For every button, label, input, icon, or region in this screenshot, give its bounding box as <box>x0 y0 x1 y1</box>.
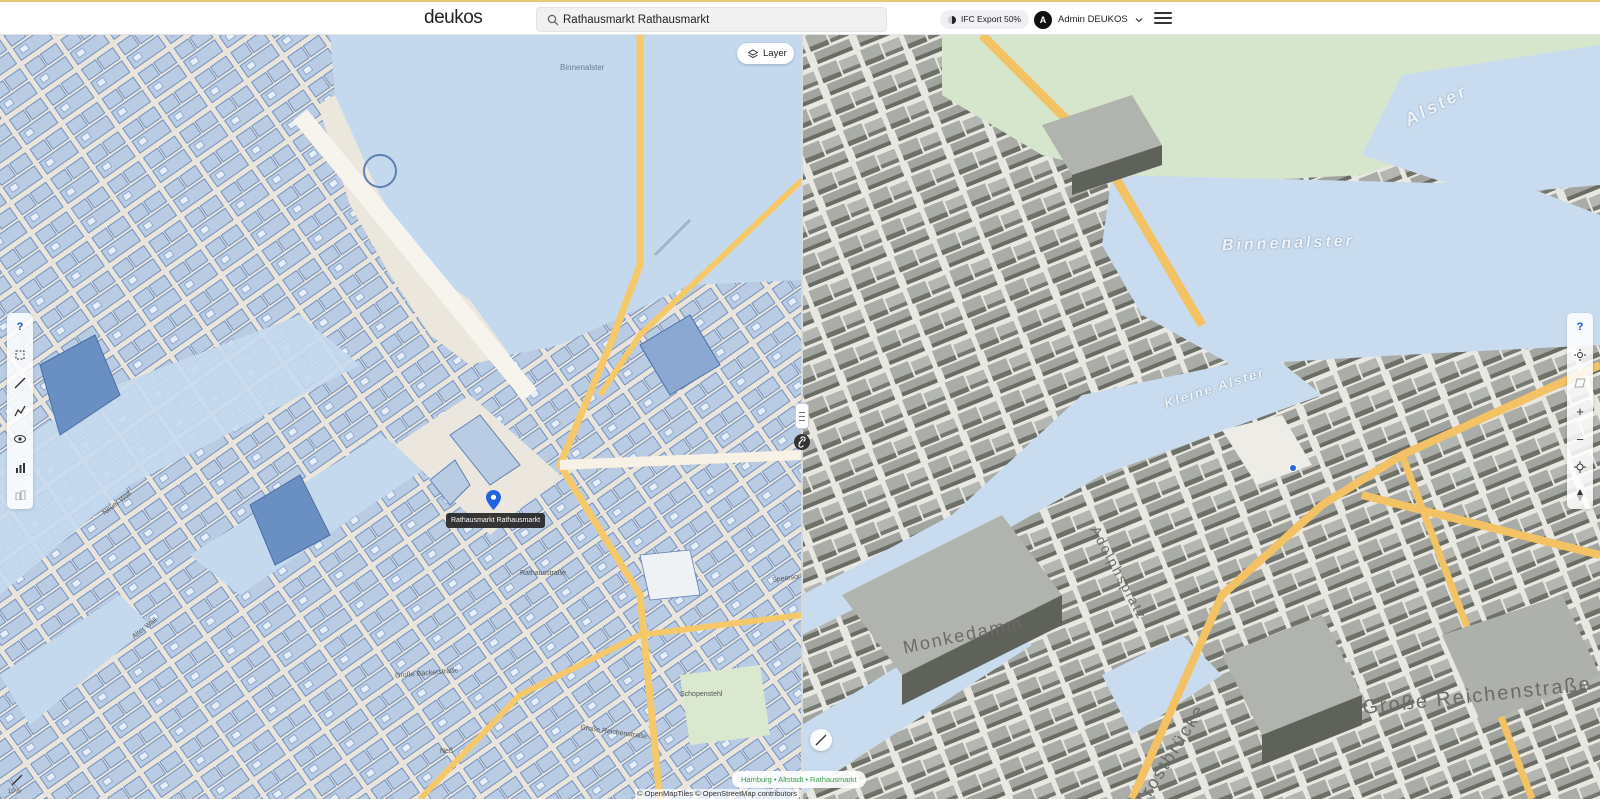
search-input[interactable] <box>563 11 878 29</box>
sync-link-icon[interactable] <box>794 434 810 450</box>
top-bar: deukos IFC Export 50% A Admin DEUKOS <box>0 0 1600 35</box>
location-breadcrumb: Hamburg • Altstadt • Rathausmarkt <box>732 771 866 788</box>
street-label-rathausstrasse: Rathausstraße <box>520 570 566 577</box>
help-button[interactable]: ? <box>7 313 33 341</box>
layer-button[interactable]: Layer <box>737 43 794 64</box>
map-2d-canvas[interactable] <box>0 35 802 799</box>
ifc-export-status[interactable]: IFC Export 50% <box>940 10 1029 29</box>
marker-tooltip: Rathausmarkt Rathausmarkt <box>446 513 546 528</box>
layers-icon <box>748 48 758 58</box>
split-drag-handle[interactable] <box>795 403 809 429</box>
ifc-export-label: IFC Export 50% <box>961 14 1021 24</box>
user-name: Admin DEUKOS <box>1058 14 1128 25</box>
app-logo[interactable]: deukos <box>424 7 483 29</box>
street-label-ness: Neß <box>440 748 454 755</box>
measure-line-icon[interactable] <box>7 369 33 397</box>
map-3d-toolbar: ? + − <box>1567 313 1593 509</box>
zoom-in-icon[interactable]: + <box>1567 397 1593 425</box>
select-area-icon[interactable] <box>7 341 33 369</box>
street-label-schopenstehl: Schopenstehl <box>680 691 723 698</box>
map-2d[interactable]: Binnenalster Rathausstraße Schopenstehl … <box>0 35 802 799</box>
progress-pie-icon <box>948 15 956 24</box>
eye-icon[interactable] <box>7 425 33 453</box>
map-attribution[interactable]: © OpenMapTiles © OpenStreetMap contribut… <box>635 789 800 799</box>
avatar: A <box>1034 10 1052 29</box>
help-button-3d[interactable]: ? <box>1567 313 1593 341</box>
search-icon <box>547 14 559 26</box>
layers-3d-icon[interactable] <box>1567 369 1593 397</box>
draw-line-tool-left-icon[interactable] <box>8 771 26 789</box>
location-dot-3d <box>1289 464 1297 472</box>
location-marker-icon[interactable] <box>486 490 501 510</box>
compass-icon[interactable] <box>1567 481 1593 509</box>
scale-bar: 10 m <box>8 789 22 795</box>
street-label-binnenalster: Binnenalster <box>560 63 605 72</box>
bar-chart-icon[interactable] <box>7 453 33 481</box>
map-2d-toolbar: ? <box>7 313 33 509</box>
map-3d[interactable]: Binnenalster Alster Kleine Alster Adolph… <box>802 35 1600 799</box>
user-menu[interactable]: A Admin DEUKOS <box>1034 10 1144 29</box>
sun-icon[interactable] <box>1567 341 1593 369</box>
layer-button-label: Layer <box>763 48 787 59</box>
locate-icon[interactable] <box>1567 453 1593 481</box>
measure-path-icon[interactable] <box>7 397 33 425</box>
zoom-out-icon[interactable]: − <box>1567 425 1593 453</box>
search-box[interactable] <box>536 7 887 32</box>
draw-line-tool-icon[interactable] <box>810 729 832 751</box>
hamburger-menu-icon[interactable] <box>1154 12 1172 26</box>
chevron-down-icon <box>1135 17 1143 22</box>
buildings-icon[interactable] <box>7 481 33 509</box>
